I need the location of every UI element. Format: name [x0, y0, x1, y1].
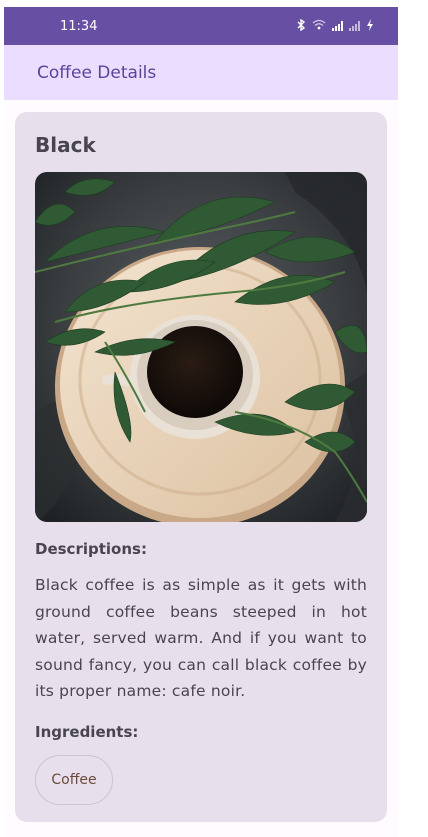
status-bar: 11:34	[4, 7, 398, 45]
coffee-photo	[35, 172, 367, 522]
signal-off-icon	[349, 21, 360, 31]
bluetooth-icon	[296, 18, 306, 34]
status-time: 11:34	[60, 18, 98, 34]
descriptions-heading: Descriptions:	[35, 540, 147, 558]
battery-charging-icon	[366, 18, 374, 34]
status-icons	[296, 18, 374, 34]
ingredients-heading: Ingredients:	[35, 722, 139, 741]
coffee-name: Black	[35, 133, 96, 157]
app-bar-title: Coffee Details	[37, 62, 157, 83]
coffee-details-card: Black Descriptions: Black coffee is as s…	[15, 112, 387, 822]
coffee-description: Black coffee is as simple as it gets wit…	[35, 576, 367, 700]
phone-screen: 11:34 Coffee Details Black Descriptions:…	[4, 7, 398, 837]
signal-icon	[332, 21, 343, 31]
wifi-icon	[312, 19, 326, 33]
ingredient-chip-coffee[interactable]: Coffee	[35, 754, 113, 805]
top-app-bar: Coffee Details	[4, 45, 398, 100]
